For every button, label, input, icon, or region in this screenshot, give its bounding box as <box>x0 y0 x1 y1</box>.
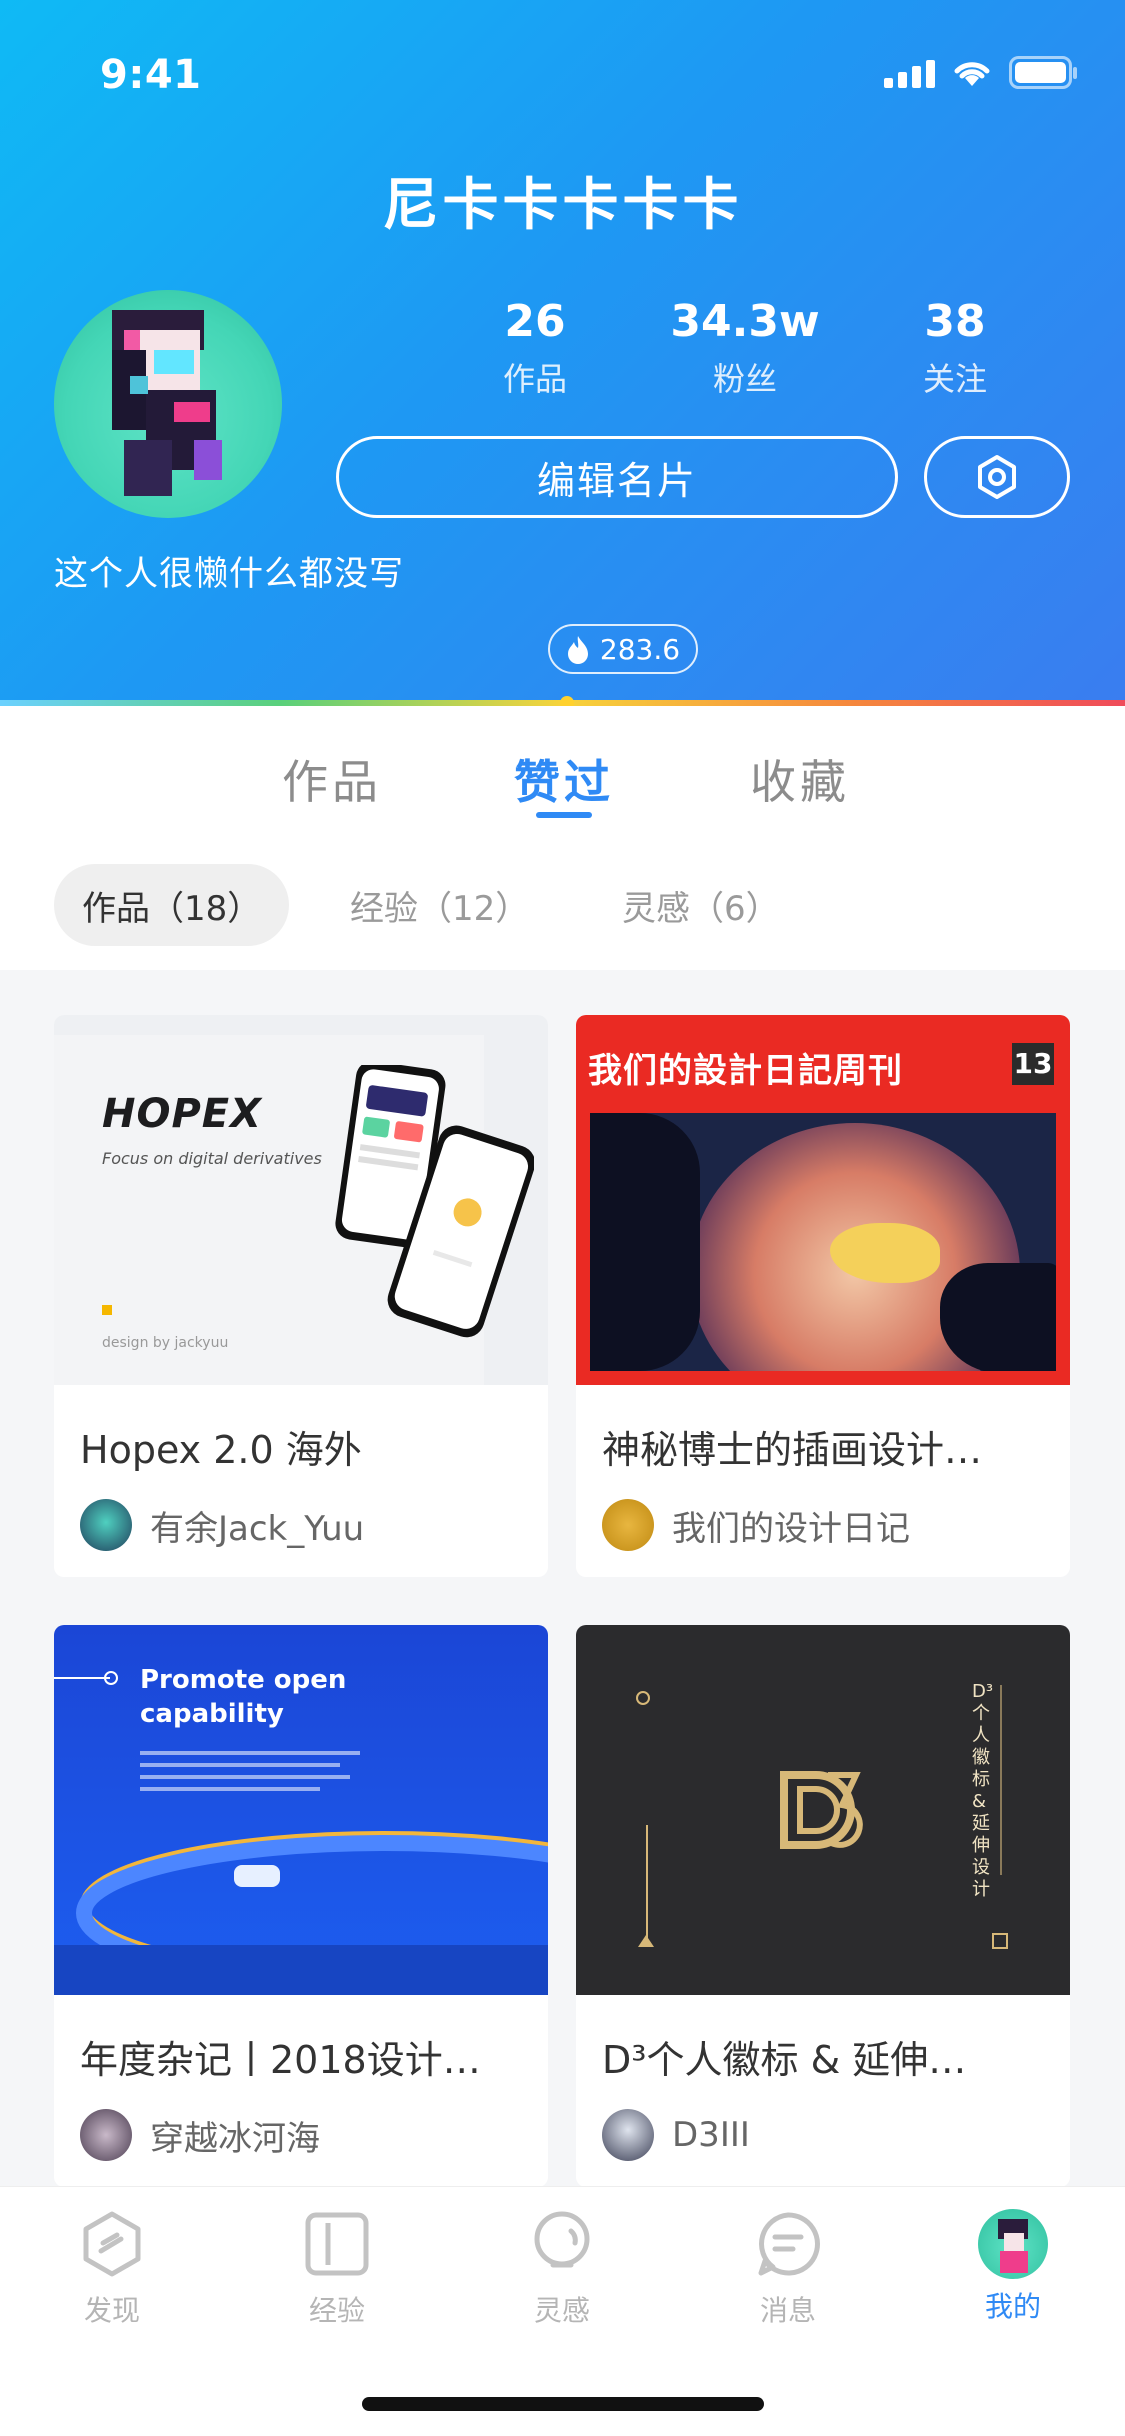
filter-chip-experience[interactable]: 经验（12） <box>350 864 529 946</box>
filter-chips: 作品（18） 经验（12） 灵感（6） <box>0 864 1125 954</box>
filter-chip-works[interactable]: 作品（18） <box>54 864 290 946</box>
settings-icon <box>978 455 1016 499</box>
cover-vertical-text: D³个人徽标 & 延伸设计 <box>972 1681 994 1900</box>
tabbar-discover[interactable]: 发现 <box>52 2209 172 2329</box>
signal-icon <box>884 58 935 88</box>
tabbar-label: 经验 <box>308 2294 365 2327</box>
card-cover: 我们的設計日記周刊 13 <box>576 1015 1070 1385</box>
d3-logo <box>780 1771 863 1849</box>
work-card[interactable]: D³个人徽标 & 延伸设计 D³个人徽标 & 延伸… D3III <box>576 1625 1070 2187</box>
card-cover: Promote open capability <box>54 1625 548 1995</box>
card-title: Hopex 2.0 海外 <box>80 1428 362 1472</box>
tabbar-inspiration[interactable]: 灵感 <box>502 2209 622 2329</box>
content-area: 作品 赞过 收藏 作品（18） 经验（12） 灵感（6） HOPEX Focus… <box>0 706 1125 2436</box>
stat-followers[interactable]: 34.3w 粉丝 <box>640 292 850 400</box>
cover-tagline: Focus on digital derivatives <box>102 1149 322 1168</box>
tabbar-experience[interactable]: 经验 <box>277 2209 397 2329</box>
stat-value: 26 <box>504 296 566 347</box>
card-author[interactable]: 有余Jack_Yuu <box>80 1499 364 1551</box>
stat-label: 粉丝 <box>712 360 777 398</box>
stat-value: 38 <box>924 296 986 347</box>
author-avatar <box>80 2109 132 2161</box>
tab-bar-top: 作品 赞过 收藏 <box>0 706 1125 836</box>
experience-icon <box>305 2212 369 2276</box>
profile-header: 9:41 尼卡卡卡卡卡 26 作品 34.3w 粉丝 38 关注 编辑名片 这个… <box>0 0 1125 710</box>
tabbar-mine[interactable]: 我的 <box>953 2209 1073 2325</box>
status-time: 9:41 <box>100 52 202 98</box>
card-author[interactable]: 穿越冰河海 <box>80 2109 320 2161</box>
tabbar-label: 我的 <box>984 2290 1041 2323</box>
cover-credit: design by jackyuu <box>102 1335 229 1351</box>
author-name: D3III <box>672 2115 750 2155</box>
tabbar-label: 消息 <box>759 2294 816 2327</box>
profile-avatar[interactable] <box>54 290 282 518</box>
work-card[interactable]: HOPEX Focus on digital derivatives desig… <box>54 1015 548 1577</box>
cover-logo-text: HOPEX <box>102 1091 262 1137</box>
phone-mockup <box>335 1065 534 1338</box>
cover-issue-number: 13 <box>1012 1043 1054 1085</box>
battery-icon <box>1009 56 1077 89</box>
active-tab-indicator <box>536 812 592 818</box>
author-name: 我们的设计日记 <box>672 1508 910 1549</box>
tab-favorites[interactable]: 收藏 <box>750 746 850 812</box>
edit-card-button[interactable]: 编辑名片 <box>336 436 898 518</box>
tabbar-label: 发现 <box>83 2294 140 2327</box>
stat-value: 34.3w <box>670 296 820 347</box>
profile-stats: 26 作品 34.3w 粉丝 38 关注 <box>430 292 1060 400</box>
cover-banner-text: 我们的設計日記周刊 <box>588 1051 903 1091</box>
status-icons <box>884 56 1079 90</box>
card-author[interactable]: D3III <box>602 2109 750 2161</box>
profile-bio: 这个人很懒什么都没写 <box>54 554 404 594</box>
card-author[interactable]: 我们的设计日记 <box>602 1499 910 1551</box>
inspiration-icon <box>534 2211 590 2268</box>
tab-liked[interactable]: 赞过 <box>514 746 614 812</box>
author-avatar <box>80 1499 132 1551</box>
work-card[interactable]: 我们的設計日記周刊 13 神秘博士的插画设计… 我们的设计日记 <box>576 1015 1070 1577</box>
discover-icon <box>83 2211 141 2277</box>
filter-chip-inspiration[interactable]: 灵感（6） <box>622 864 780 946</box>
work-card[interactable]: Promote open capability 年度杂记丨2018设计… 穿越冰… <box>54 1625 548 2187</box>
stat-label: 作品 <box>502 360 567 398</box>
author-avatar <box>602 2109 654 2161</box>
message-icon <box>758 2212 820 2276</box>
flame-icon <box>567 636 588 664</box>
author-name: 有余Jack_Yuu <box>150 1508 365 1549</box>
cover-heading: Promote open capability <box>140 1665 347 1729</box>
wifi-icon <box>954 62 990 86</box>
tabbar-label: 灵感 <box>533 2294 590 2327</box>
card-cover: HOPEX Focus on digital derivatives desig… <box>54 1015 548 1385</box>
avatar-illustration <box>112 310 222 496</box>
card-title: 神秘博士的插画设计… <box>602 1428 983 1472</box>
profile-name: 尼卡卡卡卡卡 <box>382 173 743 238</box>
card-cover: D³个人徽标 & 延伸设计 <box>576 1625 1070 1995</box>
settings-button[interactable] <box>924 436 1070 518</box>
stat-works[interactable]: 26 作品 <box>430 292 640 400</box>
heat-badge: 283.6 <box>548 624 698 674</box>
stat-label: 关注 <box>922 360 987 398</box>
avatar-icon <box>978 2209 1048 2279</box>
tabbar-messages[interactable]: 消息 <box>728 2209 848 2329</box>
home-indicator <box>362 2397 764 2411</box>
card-title: D³个人徽标 & 延伸… <box>602 2038 967 2082</box>
stat-following[interactable]: 38 关注 <box>850 292 1060 400</box>
tab-works[interactable]: 作品 <box>282 746 382 812</box>
author-avatar <box>602 1499 654 1551</box>
card-title: 年度杂记丨2018设计… <box>80 2038 481 2082</box>
author-name: 穿越冰河海 <box>150 2118 320 2159</box>
heat-value: 283.6 <box>599 632 681 666</box>
road-illustration <box>54 1831 548 1995</box>
status-bar: 9:41 <box>0 0 1125 140</box>
